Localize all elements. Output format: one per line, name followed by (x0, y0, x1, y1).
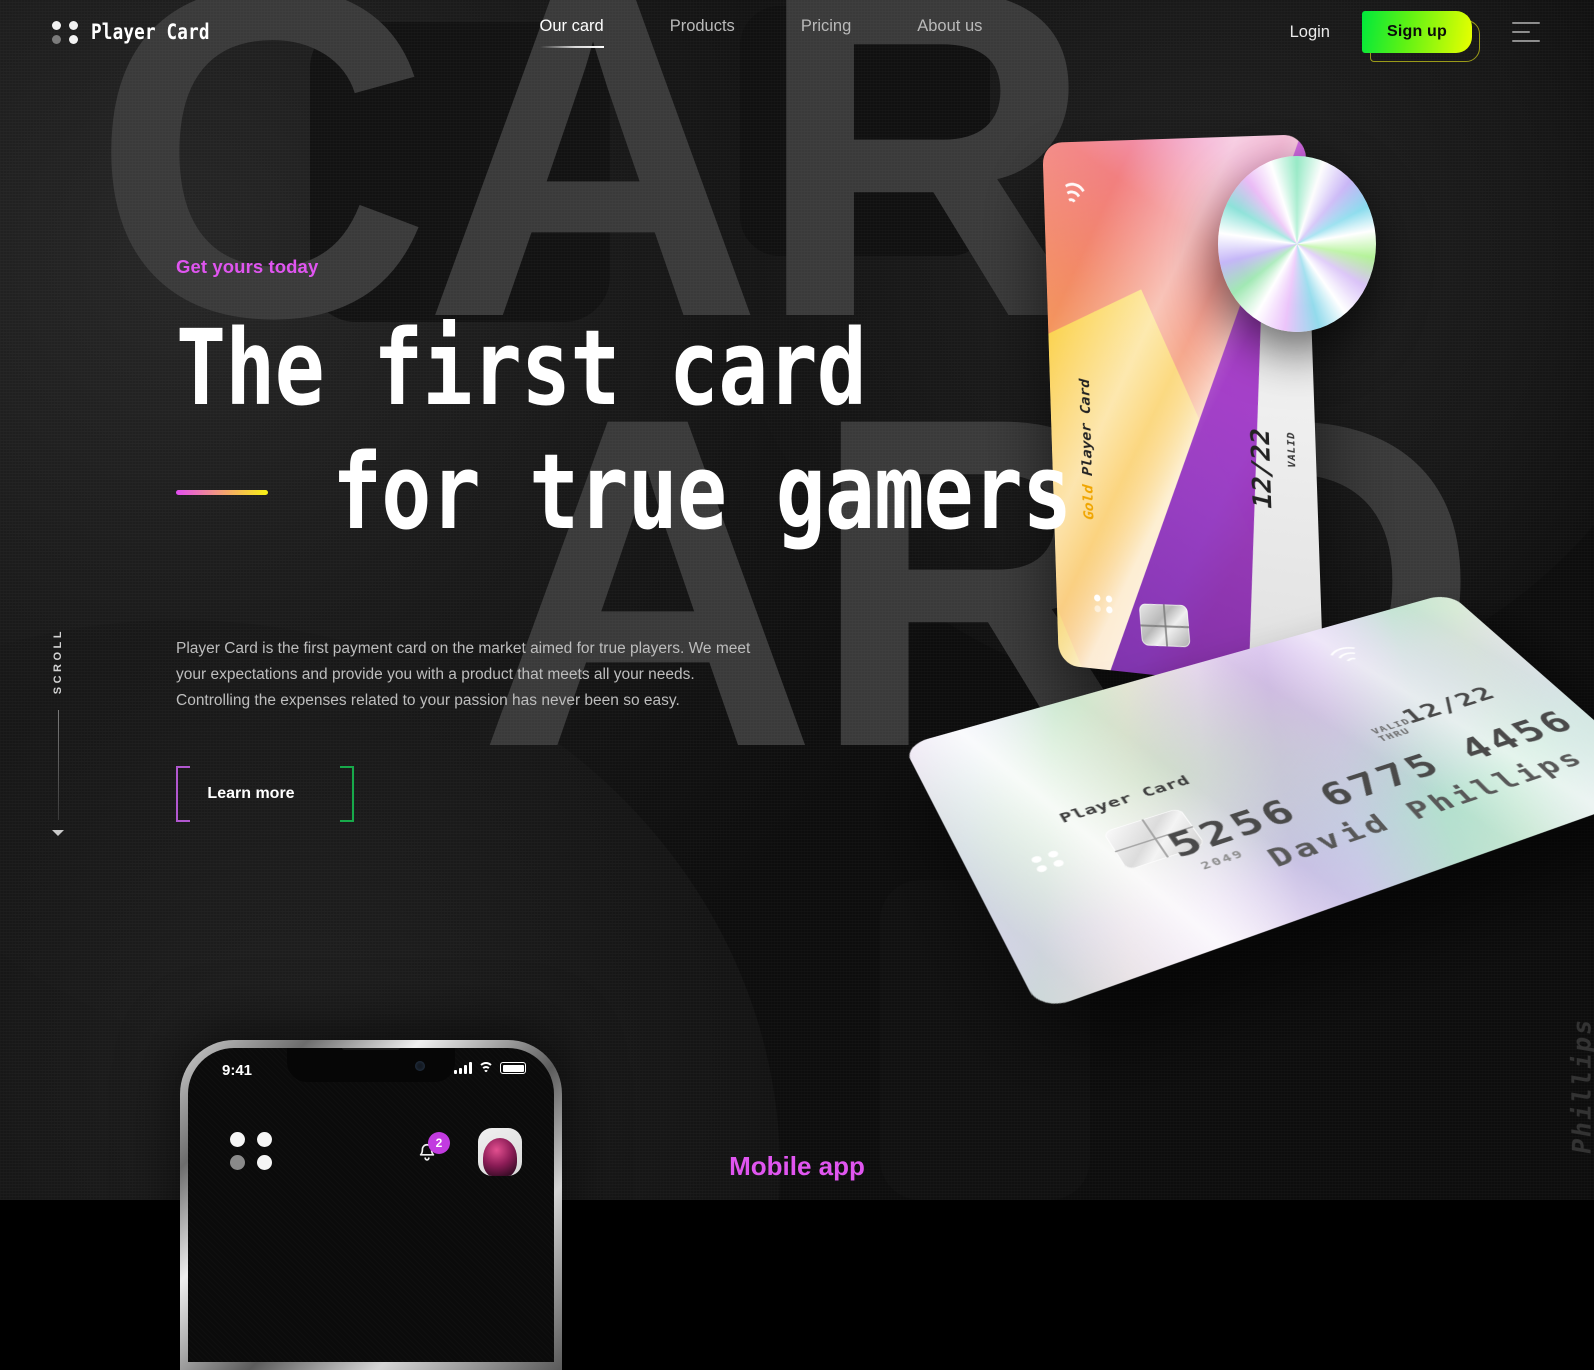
chevron-down-icon (52, 830, 64, 837)
brand-logo[interactable]: Player Card (52, 20, 232, 44)
scroll-indicator[interactable]: SCROLL (52, 628, 64, 837)
mobile-app-section-title: Mobile app (729, 1151, 865, 1181)
nav-item-about-us[interactable]: About us (917, 17, 982, 48)
hamburger-menu-icon[interactable] (1511, 22, 1540, 42)
nav-item-our-card[interactable]: Our card (539, 17, 604, 48)
hero-section: Get yours today The first card for true … (176, 256, 1072, 822)
phone-notch (287, 1048, 455, 1082)
phone-speaker (342, 1048, 400, 1050)
site-header: Player Card Our card Products Pricing Ab… (0, 0, 1594, 64)
user-avatar[interactable] (478, 1128, 522, 1176)
hero-title-line-1: The first card (176, 307, 867, 429)
phone-status-icons (454, 1062, 526, 1074)
nav-item-pricing[interactable]: Pricing (801, 17, 851, 48)
nav-item-products[interactable]: Products (670, 17, 735, 48)
login-link[interactable]: Login (1290, 23, 1330, 42)
hero-paragraph: Player Card is the first payment card on… (176, 639, 751, 709)
hero-title-line-2: for true gamers (332, 430, 1072, 553)
scroll-label: SCROLL (52, 628, 64, 695)
hero-title-row-1: The first card (176, 307, 976, 429)
notification-badge: 2 (428, 1132, 450, 1154)
sign-up-button[interactable]: Sign up (1361, 11, 1472, 53)
signup-button-wrap: Sign up (1361, 11, 1480, 62)
avatar-face (483, 1138, 517, 1176)
four-dots-icon (52, 20, 78, 44)
brand-name: Player Card (91, 20, 210, 44)
phone-screen-texture (188, 1048, 554, 1362)
hero-eyebrow: Get yours today (176, 256, 319, 277)
bracket-right-decoration (340, 765, 354, 822)
learn-more-button[interactable]: Learn more (176, 765, 354, 822)
phone-camera-icon (415, 1061, 425, 1071)
phone-status-time: 9:41 (222, 1062, 253, 1079)
header-actions: Login Sign up (1290, 11, 1540, 62)
wifi-icon (478, 1062, 494, 1074)
cellular-signal-icon (454, 1062, 472, 1074)
four-dots-icon (230, 1132, 272, 1170)
hero-title-row-2: for true gamers (176, 440, 1072, 544)
phone-screen: 9:41 2 (188, 1048, 554, 1362)
phone-mockup: 9:41 2 (180, 1040, 562, 1370)
scroll-line (57, 710, 59, 821)
bracket-left-decoration (176, 765, 190, 822)
notifications-button[interactable]: 2 (414, 1132, 450, 1170)
primary-navigation: Our card Products Pricing About us (539, 17, 982, 48)
hero-gradient-divider (176, 490, 268, 496)
battery-icon (500, 1062, 526, 1074)
learn-more-label: Learn more (207, 784, 295, 802)
